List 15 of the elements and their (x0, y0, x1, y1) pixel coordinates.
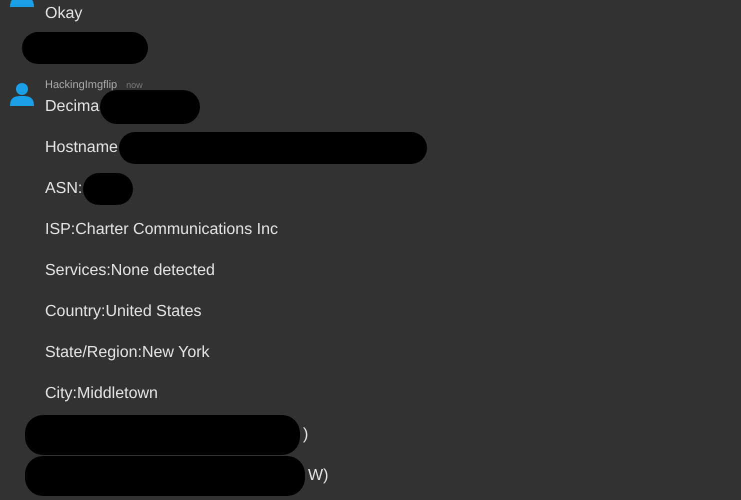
message-text: Okay (45, 5, 82, 23)
timestamp: now (126, 80, 143, 90)
message-text: Services:None detected (45, 262, 215, 280)
message-text: Hostname (45, 138, 118, 156)
message-text: Decima (45, 98, 100, 116)
message-text: City:Middletown (45, 384, 158, 402)
message-text: State/Region:New York (45, 344, 210, 362)
author-name: HackingImgflip (45, 79, 118, 91)
message-text: Country:United States (45, 302, 202, 320)
avatar-icon (10, 82, 34, 106)
message-text: ISP:Charter Communications Inc (45, 220, 278, 238)
redaction-mark (83, 172, 134, 204)
message-text: W) (308, 466, 328, 484)
message-text: ASN: (45, 180, 82, 198)
message-text: ) (303, 426, 308, 444)
